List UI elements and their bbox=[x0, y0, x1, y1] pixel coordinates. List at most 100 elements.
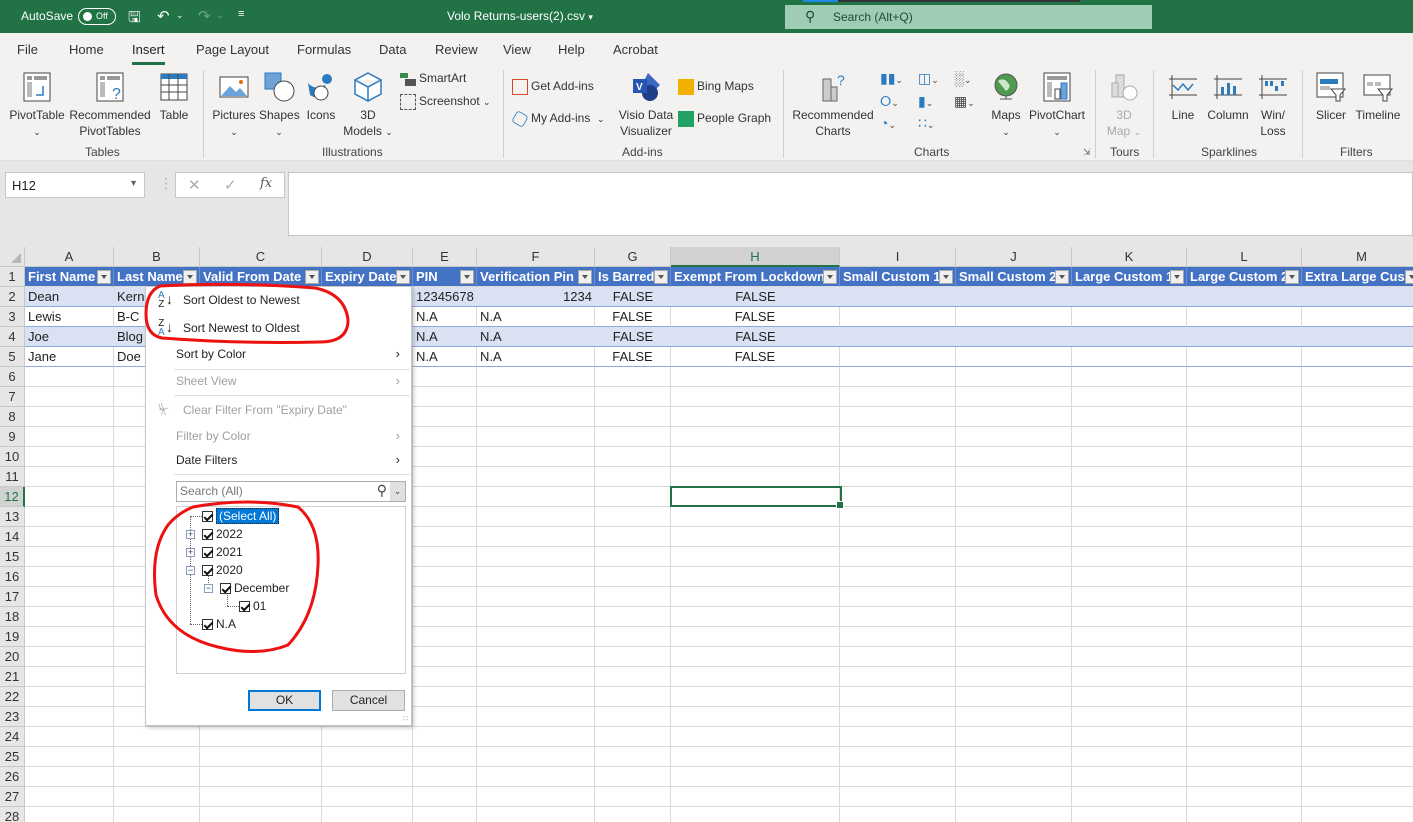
filter-dropdown-button[interactable] bbox=[578, 270, 592, 284]
table-cell[interactable] bbox=[956, 287, 1072, 307]
grid-cell[interactable] bbox=[595, 607, 671, 627]
grid-cell[interactable] bbox=[1302, 747, 1413, 767]
grid-cell[interactable] bbox=[413, 727, 477, 747]
row-header-14[interactable]: 14 bbox=[0, 527, 25, 547]
grid-cell[interactable] bbox=[1302, 727, 1413, 747]
grid-cell[interactable] bbox=[200, 747, 322, 767]
grid-cell[interactable] bbox=[956, 667, 1072, 687]
grid-cell[interactable] bbox=[25, 687, 114, 707]
table-cell[interactable]: 12345678 bbox=[413, 287, 477, 307]
grid-cell[interactable] bbox=[956, 367, 1072, 387]
checkbox-checked[interactable] bbox=[220, 583, 231, 595]
table-cell[interactable] bbox=[1072, 287, 1187, 307]
hierarchy-chart-icon[interactable]: ◫⌄ bbox=[918, 70, 939, 87]
grid-cell[interactable] bbox=[1072, 367, 1187, 387]
grid-cell[interactable] bbox=[956, 627, 1072, 647]
table-cell[interactable] bbox=[840, 347, 956, 367]
grid-cell[interactable] bbox=[671, 667, 840, 687]
select-all-corner[interactable] bbox=[0, 247, 25, 267]
grid-cell[interactable] bbox=[595, 447, 671, 467]
grid-cell[interactable] bbox=[477, 487, 595, 507]
table-cell[interactable]: FALSE bbox=[671, 327, 840, 347]
grid-cell[interactable] bbox=[477, 407, 595, 427]
grid-cell[interactable] bbox=[840, 747, 956, 767]
grid-cell[interactable] bbox=[25, 507, 114, 527]
table-cell[interactable] bbox=[1187, 307, 1302, 327]
people-graph-button[interactable]: People Graph bbox=[678, 111, 771, 127]
grid-cell[interactable] bbox=[477, 727, 595, 747]
grid-cell[interactable] bbox=[413, 507, 477, 527]
table-header-cell[interactable]: Small Custom 2 bbox=[956, 267, 1072, 287]
row-header-26[interactable]: 26 bbox=[0, 767, 25, 787]
grid-cell[interactable] bbox=[671, 687, 840, 707]
tree-item-december[interactable]: December bbox=[220, 579, 289, 597]
tab-help[interactable]: Help bbox=[558, 42, 585, 57]
column-header-d[interactable]: D bbox=[322, 247, 413, 267]
customize-toolbar-icon[interactable]: ≡ bbox=[238, 8, 244, 20]
grid-cell[interactable] bbox=[1302, 487, 1413, 507]
name-box[interactable]: H12 ▼ bbox=[5, 172, 145, 198]
grid-cell[interactable] bbox=[477, 647, 595, 667]
grid-cell[interactable] bbox=[200, 807, 322, 822]
table-cell[interactable] bbox=[1187, 347, 1302, 367]
grid-cell[interactable] bbox=[477, 587, 595, 607]
grid-cell[interactable] bbox=[671, 467, 840, 487]
table-header-cell[interactable]: First Name bbox=[25, 267, 114, 287]
grid-cell[interactable] bbox=[1187, 687, 1302, 707]
grid-cell[interactable] bbox=[595, 787, 671, 807]
table-cell[interactable] bbox=[1072, 307, 1187, 327]
grid-cell[interactable] bbox=[956, 807, 1072, 822]
column-header-f[interactable]: F bbox=[477, 247, 595, 267]
grid-cell[interactable] bbox=[1072, 627, 1187, 647]
grid-cell[interactable] bbox=[1187, 427, 1302, 447]
row-header-4[interactable]: 4 bbox=[0, 327, 25, 347]
table-header-cell[interactable]: Valid From Date bbox=[200, 267, 322, 287]
grid-cell[interactable] bbox=[322, 727, 413, 747]
grid-cell[interactable] bbox=[1072, 767, 1187, 787]
charts-dialog-launcher-icon[interactable]: ⇲ bbox=[1083, 147, 1091, 158]
grid-cell[interactable] bbox=[477, 367, 595, 387]
table-cell[interactable] bbox=[956, 307, 1072, 327]
table-cell[interactable]: Lewis bbox=[25, 307, 114, 327]
grid-cell[interactable] bbox=[840, 647, 956, 667]
column-header-i[interactable]: I bbox=[840, 247, 956, 267]
table-cell[interactable]: FALSE bbox=[595, 307, 671, 327]
row-header-24[interactable]: 24 bbox=[0, 727, 25, 747]
grid-cell[interactable] bbox=[595, 727, 671, 747]
row-header-7[interactable]: 7 bbox=[0, 387, 25, 407]
grid-cell[interactable] bbox=[595, 647, 671, 667]
grid-cell[interactable] bbox=[1072, 727, 1187, 747]
grid-cell[interactable] bbox=[1187, 407, 1302, 427]
tab-acrobat[interactable]: Acrobat bbox=[613, 42, 658, 57]
grid-cell[interactable] bbox=[840, 707, 956, 727]
grid-cell[interactable] bbox=[114, 747, 200, 767]
grid-cell[interactable] bbox=[413, 627, 477, 647]
pivottable-button[interactable]: PivotTable ⌄ bbox=[8, 71, 66, 140]
grid-cell[interactable] bbox=[840, 387, 956, 407]
grid-cell[interactable] bbox=[477, 747, 595, 767]
sparkline-winloss-button[interactable]: Win/Loss bbox=[1255, 71, 1291, 139]
grid-cell[interactable] bbox=[956, 647, 1072, 667]
grid-cell[interactable] bbox=[477, 387, 595, 407]
grid-cell[interactable] bbox=[840, 587, 956, 607]
grid-cell[interactable] bbox=[477, 507, 595, 527]
grid-cell[interactable] bbox=[322, 787, 413, 807]
grid-cell[interactable] bbox=[1072, 667, 1187, 687]
grid-cell[interactable] bbox=[1072, 407, 1187, 427]
grid-cell[interactable] bbox=[956, 687, 1072, 707]
column-header-m[interactable]: M bbox=[1302, 247, 1413, 267]
filter-dropdown-button[interactable] bbox=[460, 270, 474, 284]
pivotchart-button[interactable]: PivotChart ⌄ bbox=[1028, 71, 1086, 140]
grid-cell[interactable] bbox=[840, 507, 956, 527]
grid-cell[interactable] bbox=[671, 387, 840, 407]
checkbox-checked[interactable] bbox=[202, 529, 213, 541]
expand-icon[interactable]: + bbox=[186, 530, 195, 539]
grid-cell[interactable] bbox=[413, 667, 477, 687]
grid-cell[interactable] bbox=[413, 467, 477, 487]
table-cell[interactable] bbox=[1187, 327, 1302, 347]
row-header-16[interactable]: 16 bbox=[0, 567, 25, 587]
row-header-1[interactable]: 1 bbox=[0, 267, 25, 287]
grid-cell[interactable] bbox=[956, 387, 1072, 407]
grid-cell[interactable] bbox=[1187, 467, 1302, 487]
grid-cell[interactable] bbox=[956, 487, 1072, 507]
